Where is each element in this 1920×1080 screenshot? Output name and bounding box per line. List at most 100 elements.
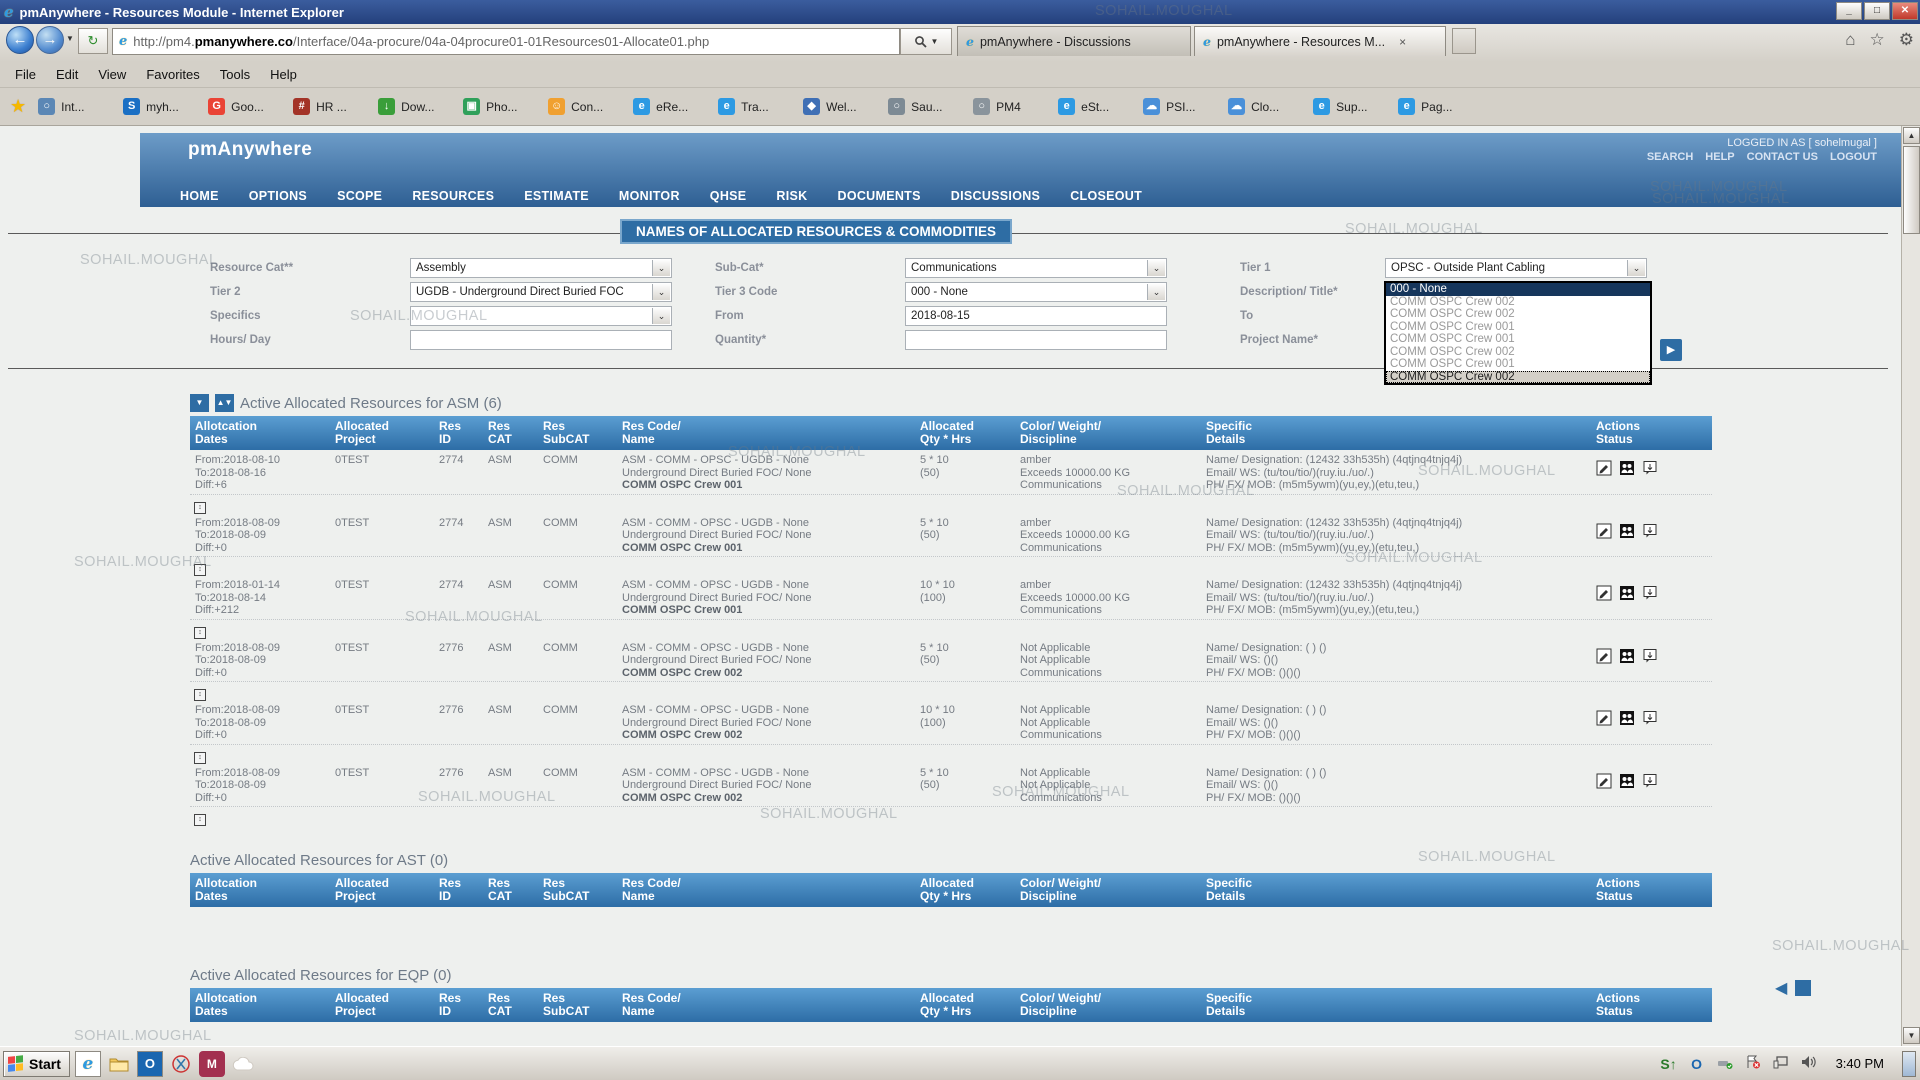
nav-item-closeout[interactable]: CLOSEOUT [1070, 189, 1142, 203]
forward-button[interactable]: → [36, 26, 64, 54]
submit-arrow-button[interactable]: ▶ [1660, 339, 1682, 361]
tray-action-center-flag-icon[interactable] [1744, 1055, 1762, 1072]
comment-download-icon[interactable] [1642, 710, 1658, 726]
team-icon[interactable] [1619, 460, 1635, 476]
dropdown-option[interactable]: COMM OSPC Crew 002 [1386, 346, 1650, 359]
resource_cat-select[interactable]: Assembly⌄ [410, 258, 672, 278]
nav-item-qhse[interactable]: QHSE [710, 189, 747, 203]
menu-item-edit[interactable]: Edit [47, 64, 87, 85]
chevron-down-icon[interactable]: ⌄ [652, 284, 670, 300]
favorite-item[interactable]: ☁PSI... [1141, 94, 1226, 119]
favorite-item[interactable]: #HR ... [291, 94, 376, 119]
sub_cat-select[interactable]: Communications⌄ [905, 258, 1167, 278]
nav-item-risk[interactable]: RISK [776, 189, 807, 203]
edit-icon[interactable] [1596, 710, 1612, 726]
top-link-logout[interactable]: LOGOUT [1830, 151, 1877, 163]
taskbar-m-app-icon[interactable]: M [199, 1051, 225, 1077]
favorite-item[interactable]: ☺Con... [546, 94, 631, 119]
top-link-search[interactable]: SEARCH [1647, 151, 1693, 163]
taskbar-onedrive-icon[interactable] [230, 1051, 256, 1077]
sort-down-icon[interactable]: ▼ [190, 394, 209, 412]
tray-usb-icon[interactable] [1716, 1056, 1734, 1072]
comment-download-icon[interactable] [1642, 523, 1658, 539]
tier3-select[interactable]: 000 - None⌄ [905, 282, 1167, 302]
sort-both-icon[interactable]: ▲▼ [215, 394, 234, 412]
tab-resources[interactable]: e pmAnywhere - Resources M... × [1194, 26, 1446, 56]
window-titlebar[interactable]: e pmAnywhere - Resources Module - Intern… [0, 0, 1920, 24]
favorite-item[interactable]: ○PM4 [971, 94, 1056, 119]
tray-network-icon[interactable] [1772, 1055, 1790, 1072]
page-scrollbar[interactable]: ▲ ▼ [1901, 126, 1920, 1046]
maximize-button[interactable]: □ [1864, 2, 1890, 20]
prev-page-icon[interactable]: ◀ [1775, 978, 1787, 998]
taskbar-outlook-icon[interactable]: O [137, 1051, 163, 1077]
refresh-button[interactable]: ↻ [78, 28, 108, 54]
menu-item-view[interactable]: View [89, 64, 135, 85]
favorite-item[interactable]: ↓Dow... [376, 94, 461, 119]
favorite-item[interactable]: ○Int... [36, 94, 121, 119]
favorite-item[interactable]: eeRe... [631, 94, 716, 119]
favorite-item[interactable]: eSup... [1311, 94, 1396, 119]
dropdown-option[interactable]: COMM OSPC Crew 001 [1386, 358, 1650, 371]
dropdown-option[interactable]: 000 - None [1386, 283, 1650, 296]
comment-download-icon[interactable] [1642, 585, 1658, 601]
favorite-item[interactable]: eTra... [716, 94, 801, 119]
favorite-item[interactable]: ▣Pho... [461, 94, 546, 119]
home-icon[interactable]: ⌂ [1845, 30, 1855, 50]
edit-icon[interactable] [1596, 585, 1612, 601]
quantity-input[interactable] [905, 330, 1167, 350]
tab-discussions[interactable]: e pmAnywhere - Discussions [957, 26, 1191, 56]
scroll-up-icon[interactable]: ▲ [1903, 127, 1920, 144]
favorite-item[interactable]: GGoo... [206, 94, 291, 119]
new-tab-button[interactable] [1452, 28, 1476, 54]
menu-item-help[interactable]: Help [261, 64, 306, 85]
show-desktop-button[interactable] [1902, 1051, 1916, 1077]
nav-item-home[interactable]: HOME [180, 189, 219, 203]
comment-download-icon[interactable] [1642, 648, 1658, 664]
comment-download-icon[interactable] [1642, 460, 1658, 476]
menu-item-tools[interactable]: Tools [211, 64, 259, 85]
nav-item-resources[interactable]: RESOURCES [412, 189, 494, 203]
tray-volume-icon[interactable] [1800, 1055, 1818, 1072]
scroll-down-icon[interactable]: ▼ [1903, 1027, 1920, 1044]
dropdown-option[interactable]: COMM OSPC Crew 001 [1386, 333, 1650, 346]
settings-gear-icon[interactable]: ⚙ [1899, 30, 1914, 50]
search-box[interactable]: ▼ [900, 28, 952, 55]
nav-item-estimate[interactable]: ESTIMATE [524, 189, 589, 203]
favorite-item[interactable]: ◆Wel... [801, 94, 886, 119]
team-icon[interactable] [1619, 585, 1635, 601]
chevron-down-icon[interactable]: ⌄ [1627, 260, 1645, 276]
favorite-item[interactable]: ePag... [1396, 94, 1481, 119]
edit-icon[interactable] [1596, 773, 1612, 789]
chevron-down-icon[interactable]: ⌄ [652, 260, 670, 276]
menu-item-favorites[interactable]: Favorites [137, 64, 208, 85]
favorite-item[interactable]: ☁Clo... [1226, 94, 1311, 119]
app-logo[interactable]: pmAnywhere [188, 139, 312, 161]
nav-item-options[interactable]: OPTIONS [249, 189, 307, 203]
team-icon[interactable] [1619, 710, 1635, 726]
from-input[interactable]: 2018-08-15 [905, 306, 1167, 326]
tab-close-icon[interactable]: × [1399, 35, 1406, 49]
hours-input[interactable] [410, 330, 672, 350]
back-button[interactable]: ← [6, 26, 34, 54]
chevron-down-icon[interactable]: ⌄ [1147, 284, 1165, 300]
search-dropdown-icon[interactable]: ▼ [931, 37, 939, 46]
dropdown-option[interactable]: COMM OSPC Crew 002 [1386, 371, 1650, 384]
favorites-star-icon[interactable]: ☆ [1870, 30, 1885, 50]
tier1-select[interactable]: OPSC - Outside Plant Cabling⌄ [1385, 258, 1647, 278]
address-bar[interactable]: e http://pm4.pmanywhere.co/Interface/04a… [112, 28, 900, 55]
team-icon[interactable] [1619, 648, 1635, 664]
start-button[interactable]: Start [3, 1051, 70, 1077]
add-favorite-star-icon[interactable]: ★ [10, 96, 26, 117]
recent-pages-dropdown-icon[interactable]: ▼ [66, 34, 74, 43]
edit-icon[interactable] [1596, 523, 1612, 539]
stop-square-icon[interactable] [1795, 980, 1811, 996]
chevron-down-icon[interactable]: ⌄ [652, 308, 670, 324]
favorite-item[interactable]: Smyh... [121, 94, 206, 119]
minimize-button[interactable]: _ [1836, 2, 1862, 20]
nav-item-scope[interactable]: SCOPE [337, 189, 382, 203]
scrollbar-thumb[interactable] [1903, 146, 1920, 234]
taskbar-clock[interactable]: 3:40 PM [1828, 1056, 1892, 1071]
row-detail-icon[interactable]: ↕ [194, 814, 206, 826]
tier2-select[interactable]: UGDB - Underground Direct Buried FOC⌄ [410, 282, 672, 302]
